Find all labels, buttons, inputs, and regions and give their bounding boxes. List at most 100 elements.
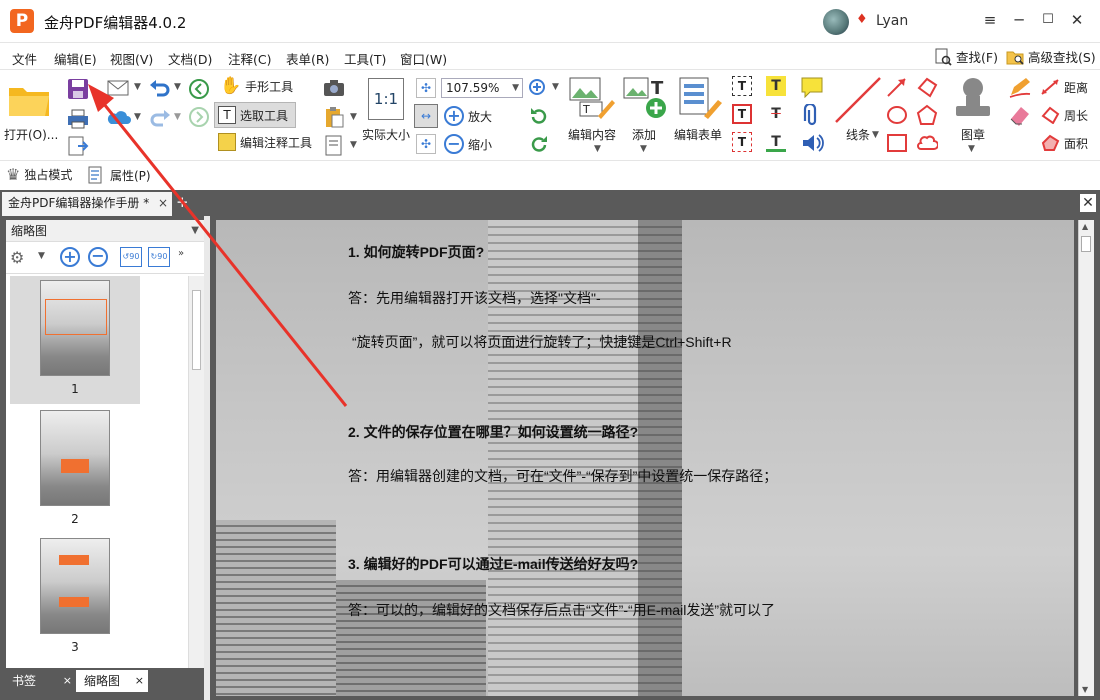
thumbnail-scrollbar[interactable] — [188, 276, 204, 668]
line-tool-icon[interactable] — [834, 76, 882, 124]
clipboard-dropdown-icon[interactable]: ▼ — [350, 112, 357, 122]
maximize-button[interactable]: ☐ — [1035, 8, 1061, 32]
magnifier-dropdown-icon[interactable]: ▼ — [552, 82, 559, 92]
zoom-out-button[interactable]: − 缩小 — [444, 134, 492, 154]
area-button[interactable]: 面积 — [1040, 134, 1088, 152]
thumbnail-item[interactable]: 2 — [10, 408, 140, 536]
more-tools-icon[interactable]: » — [178, 248, 184, 259]
sound-icon[interactable] — [800, 132, 824, 154]
select-tool-button[interactable]: T 选取工具 — [218, 106, 288, 124]
menu-comment[interactable]: 注释(C) — [228, 49, 271, 68]
magnifier-icon[interactable] — [528, 78, 548, 98]
settings-dropdown-icon[interactable]: ▼ — [38, 251, 45, 261]
print-icon[interactable] — [66, 108, 90, 130]
scroll-down-icon[interactable]: ▼ — [1082, 685, 1088, 694]
settings-gear-icon[interactable]: ⚙ — [10, 248, 24, 267]
thumbnails-tab[interactable]: 缩略图 × — [76, 670, 148, 692]
close-document-button[interactable]: ✕ — [1080, 194, 1096, 212]
stamp-icon[interactable] — [950, 76, 996, 120]
thumbnail-zoom-in-icon[interactable]: + — [60, 247, 80, 267]
lines-dropdown-icon[interactable]: ▼ — [872, 130, 879, 140]
document-tab[interactable]: 金舟PDF编辑器操作手册 * × — [2, 192, 172, 216]
zoom-in-button[interactable]: + 放大 — [444, 106, 492, 126]
zoom-select[interactable]: 107.59% ▼ — [441, 78, 523, 98]
properties-button[interactable]: 属性(P) — [86, 165, 151, 185]
previous-view-icon[interactable] — [188, 78, 210, 100]
document-scrollbar-thumb[interactable] — [1081, 236, 1091, 252]
sticky-note-icon[interactable] — [800, 76, 824, 98]
text-field-icon[interactable]: T — [732, 104, 752, 124]
thumbnail-zoom-out-icon[interactable]: − — [88, 247, 108, 267]
menu-icon[interactable]: ≡ — [977, 8, 1003, 32]
distance-button[interactable]: 距离 — [1040, 78, 1088, 96]
menu-edit[interactable]: 编辑(E) — [54, 49, 97, 68]
eraser-icon[interactable] — [1008, 104, 1032, 126]
oval-icon[interactable] — [886, 104, 908, 126]
actual-size-icon[interactable]: 1:1 — [368, 78, 404, 120]
document-scrollbar[interactable]: ▲ ▼ — [1078, 220, 1094, 696]
zoom-dropdown-icon[interactable]: ▼ — [512, 79, 519, 97]
menu-file[interactable]: 文件 — [12, 49, 37, 68]
bookmarks-tab-close-icon[interactable]: × — [63, 670, 72, 692]
save-icon[interactable] — [66, 78, 90, 100]
rotate-cw-90-icon[interactable]: ↻90 — [148, 247, 170, 267]
open-label[interactable]: 打开(O)... — [4, 126, 58, 143]
fit-page-icon[interactable]: ✣ — [416, 78, 436, 98]
redo-dropdown-icon[interactable]: ▼ — [174, 112, 181, 122]
rotate-ccw-90-icon[interactable]: ↺90 — [120, 247, 142, 267]
minimize-button[interactable]: ─ — [1006, 8, 1032, 32]
edit-content-dropdown-icon[interactable]: ▼ — [594, 144, 601, 154]
polygon-icon[interactable] — [916, 104, 938, 126]
avatar[interactable] — [823, 9, 849, 35]
polyline-icon[interactable] — [916, 76, 938, 98]
bookmarks-tab[interactable]: 书签 × — [4, 670, 76, 692]
thumbnail-item[interactable]: 3 — [10, 536, 140, 664]
menu-document[interactable]: 文档(D) — [168, 49, 212, 68]
pencil-icon[interactable] — [1008, 76, 1032, 98]
email-dropdown-icon[interactable]: ▼ — [134, 82, 141, 92]
rectangle-icon[interactable] — [886, 132, 908, 154]
page-setup-icon[interactable] — [322, 134, 346, 156]
actual-size-label[interactable]: 实际大小 — [362, 126, 410, 143]
callout-text-icon[interactable]: T — [732, 132, 752, 152]
hand-tool-button[interactable]: ✋ 手形工具 — [220, 76, 293, 96]
find-button[interactable]: 查找(F) — [934, 47, 998, 66]
stamp-dropdown-icon[interactable]: ▼ — [968, 144, 975, 154]
page-setup-dropdown-icon[interactable]: ▼ — [350, 140, 357, 150]
scroll-up-icon[interactable]: ▲ — [1082, 222, 1088, 231]
strikethrough-icon[interactable]: T — [766, 104, 786, 124]
undo-dropdown-icon[interactable]: ▼ — [174, 82, 181, 92]
undo-icon[interactable] — [148, 76, 172, 100]
menu-window[interactable]: 窗口(W) — [400, 49, 447, 68]
fit-visible-icon[interactable]: ✣ — [416, 134, 436, 154]
export-icon[interactable] — [66, 136, 90, 158]
text-box-icon[interactable]: T — [732, 76, 752, 96]
edit-content-label[interactable]: 编辑内容 — [568, 126, 616, 143]
clipboard-icon[interactable] — [322, 106, 346, 128]
next-view-icon[interactable] — [188, 106, 210, 128]
advanced-find-button[interactable]: 高级查找(S) — [1006, 47, 1096, 66]
add-icon[interactable]: T — [622, 76, 668, 120]
rotate-right-icon[interactable] — [528, 134, 550, 156]
perimeter-button[interactable]: 周长 — [1040, 106, 1088, 124]
email-icon[interactable] — [106, 78, 132, 98]
arrow-shape-icon[interactable] — [886, 76, 908, 98]
menu-view[interactable]: 视图(V) — [110, 49, 153, 68]
fit-width-icon[interactable]: ↔ — [414, 104, 438, 128]
cloud-icon[interactable] — [106, 108, 132, 128]
edit-annotation-tool-button[interactable]: 编辑注释工具 — [218, 133, 312, 151]
edit-form-icon[interactable] — [676, 76, 724, 120]
lines-label[interactable]: 线条 — [846, 126, 870, 143]
add-dropdown-icon[interactable]: ▼ — [640, 144, 647, 154]
add-label[interactable]: 添加 — [632, 126, 656, 143]
edit-form-label[interactable]: 编辑表单 — [674, 126, 722, 143]
thumbnail-scrollbar-thumb[interactable] — [192, 290, 201, 370]
rotate-left-icon[interactable] — [528, 106, 550, 128]
thumbnails-tab-close-icon[interactable]: × — [135, 670, 144, 692]
tab-close-icon[interactable]: × — [158, 192, 168, 214]
open-button[interactable] — [6, 80, 54, 120]
snapshot-icon[interactable] — [322, 78, 346, 98]
underline-icon[interactable]: T — [766, 132, 786, 152]
new-tab-button[interactable]: + — [176, 194, 190, 210]
user-name[interactable]: Lyan — [876, 13, 908, 29]
